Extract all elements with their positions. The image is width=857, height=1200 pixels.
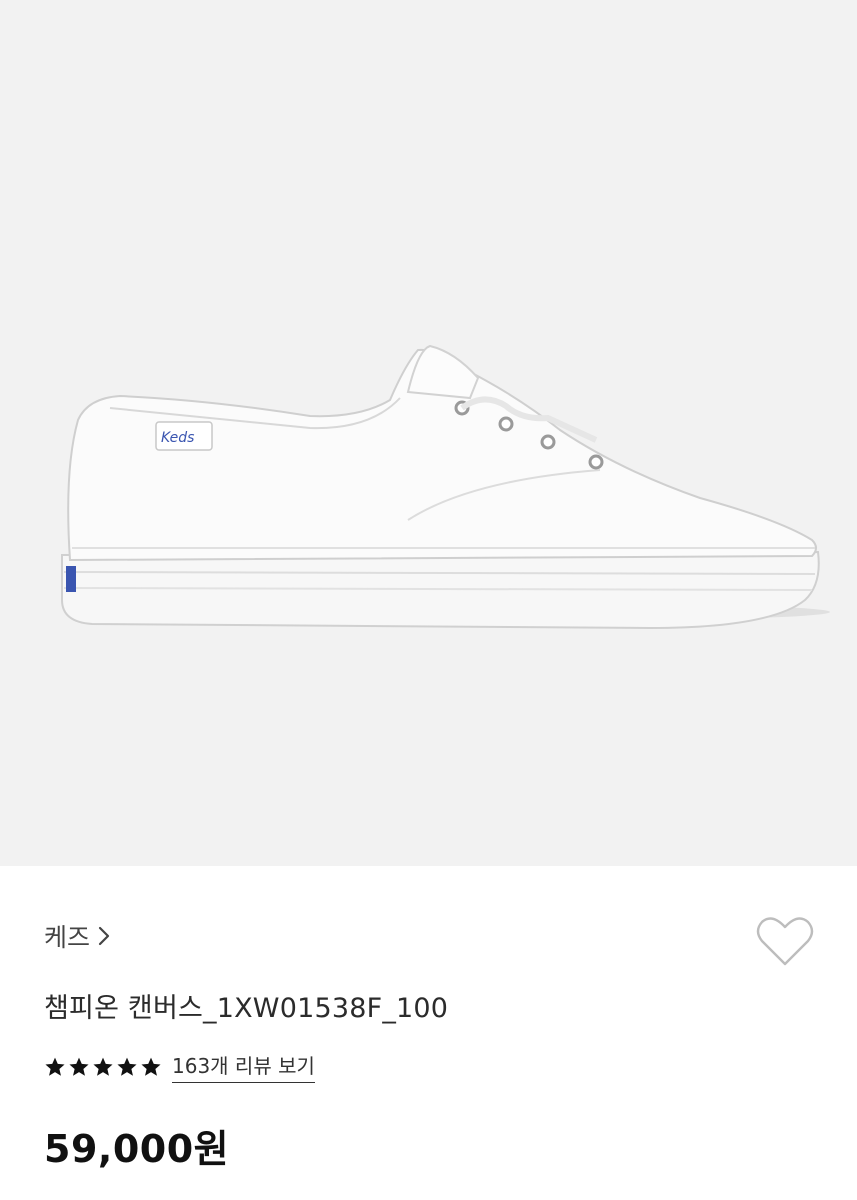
star-icon [141,1057,161,1076]
star-icon [93,1057,113,1076]
star-icon [45,1057,65,1076]
star-icon [69,1057,89,1076]
product-info: 케즈 챔피온 캔버스_1XW01538F_100 163개 리뷰 보기 59,0… [0,866,857,1200]
brand-link[interactable]: 케즈 [44,918,110,954]
product-image[interactable]: Keds [0,0,857,866]
chevron-right-icon [98,926,110,946]
heart-outline-icon[interactable] [756,914,814,968]
rating-row: 163개 리뷰 보기 [44,1050,315,1083]
product-detail-page: Keds 케즈 챔피온 캔버스_1XW01538F_100 163개 리뷰 보기 [0,0,857,1200]
star-icon [117,1057,137,1076]
product-price: 59,000원 [44,1127,230,1171]
star-rating [44,1056,162,1078]
shoe-logo-text: Keds [161,430,194,446]
product-title: 챔피온 캔버스_1XW01538F_100 [44,993,449,1024]
reviews-link[interactable]: 163개 리뷰 보기 [172,1050,315,1083]
brand-name: 케즈 [44,923,91,952]
sneaker-illustration: Keds [61,344,830,630]
